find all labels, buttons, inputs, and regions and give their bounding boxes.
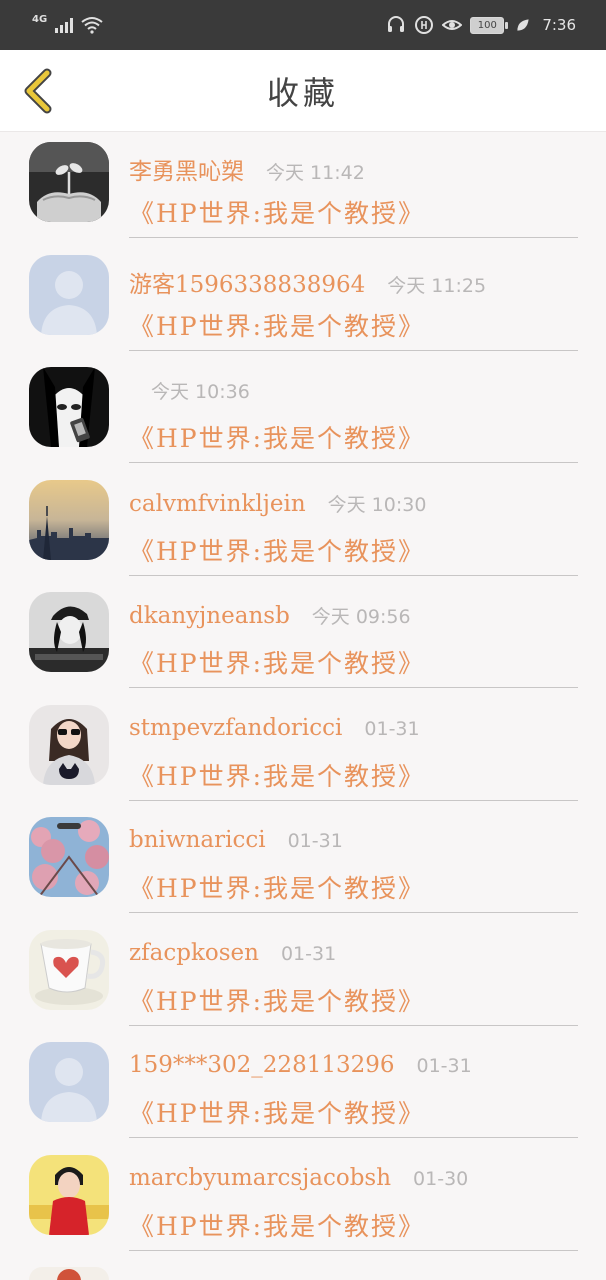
- item-content: 李勇黑吣槊 今天 11:42 《HP世界:我是个教授》: [129, 152, 578, 238]
- username: 李勇黑吣槊: [129, 159, 244, 185]
- item-content: stmpevzfandoricci 01-31 《HP世界:我是个教授》: [129, 715, 578, 801]
- avatar[interactable]: [29, 1042, 109, 1122]
- timestamp: 今天 10:36: [151, 381, 250, 403]
- list-item[interactable]: calvmfvinkljein 今天 10:30 《HP世界:我是个教授》: [0, 470, 606, 583]
- avatar[interactable]: [29, 479, 109, 560]
- city-skyline-icon: [29, 479, 109, 560]
- timestamp: 今天 10:30: [327, 493, 427, 516]
- avatar[interactable]: [29, 1154, 109, 1235]
- wifi-icon: [81, 17, 103, 34]
- list-item[interactable]: 游客1596338838964 今天 11:25 《HP世界:我是个教授》: [0, 245, 606, 358]
- timestamp: 01-31: [280, 942, 337, 965]
- avatar[interactable]: [29, 142, 109, 222]
- username: calvmfvinkljein: [129, 490, 306, 517]
- hands-plant-icon: [29, 142, 109, 222]
- list-item[interactable]: zfacpkosen 01-31 《HP世界:我是个教授》: [0, 920, 606, 1033]
- list-item[interactable]: 159***302_228113296 01-31 《HP世界:我是个教授》: [0, 1032, 606, 1145]
- favorite-title: 《HP世界:我是个教授》: [129, 311, 426, 341]
- timestamp: 01-31: [364, 717, 420, 740]
- data-saver-icon: [415, 16, 434, 34]
- timestamp: 01-30: [413, 1167, 469, 1190]
- username: dkanyjneansb: [129, 603, 290, 629]
- signal-icon: [55, 17, 74, 33]
- avatar[interactable]: [29, 367, 109, 447]
- item-content: calvmfvinkljein 今天 10:30 《HP世界:我是个教授》: [129, 490, 578, 576]
- item-content: 159***302_228113296 01-31 《HP世界:我是个教授》: [129, 1052, 578, 1138]
- favorite-title: 《HP世界:我是个教授》: [129, 649, 426, 678]
- item-content: 今天 10:36 《HP世界:我是个教授》: [129, 377, 578, 463]
- eye-comfort-icon: [442, 20, 463, 30]
- list-item[interactable]: 李勇黑吣槊 今天 11:42 《HP世界:我是个教授》: [0, 132, 606, 245]
- item-content: zfacpkosen 01-31 《HP世界:我是个教授》: [129, 940, 578, 1026]
- status-right: 100 7:36: [386, 15, 576, 35]
- timestamp: 01-31: [416, 1055, 472, 1077]
- list-item[interactable]: dkanyjneansb 今天 09:56 《HP世界:我是个教授》: [0, 582, 606, 695]
- favorites-list: 李勇黑吣槊 今天 11:42 《HP世界:我是个教授》 游客1596338838…: [0, 132, 606, 1257]
- headset-icon: [388, 16, 405, 32]
- girl-red-icon: [29, 1154, 109, 1235]
- favorite-title: 《HP世界:我是个教授》: [129, 1211, 426, 1241]
- timestamp: 今天 11:25: [387, 274, 487, 297]
- status-bar: 4G 100 7:36: [0, 0, 606, 50]
- avatar[interactable]: [29, 929, 109, 1010]
- item-content: bniwnaricci 01-31 《HP世界:我是个教授》: [129, 827, 578, 913]
- girl-cap-icon: [29, 592, 109, 672]
- username: 游客1596338838964: [129, 271, 366, 298]
- item-content: marcbyumarcsjacobsh 01-30 《HP世界:我是个教授》: [129, 1165, 578, 1251]
- favorite-title: 《HP世界:我是个教授》: [129, 199, 426, 228]
- app-header: 收藏: [0, 50, 606, 132]
- username: stmpevzfandoricci: [129, 714, 343, 741]
- username: zfacpkosen: [129, 939, 259, 966]
- timestamp: 今天 11:42: [266, 162, 365, 184]
- default-person-icon: [29, 254, 109, 335]
- avatar[interactable]: [29, 817, 109, 897]
- username: bniwnaricci: [129, 827, 266, 853]
- chevron-left-icon: [24, 68, 52, 114]
- favorite-title: 《HP世界:我是个教授》: [129, 536, 426, 566]
- clock: 7:36: [542, 16, 576, 34]
- item-content: 游客1596338838964 今天 11:25 《HP世界:我是个教授》: [129, 265, 578, 351]
- favorite-title: 《HP世界:我是个教授》: [129, 761, 426, 791]
- back-button[interactable]: [14, 64, 60, 118]
- status-left: 4G: [32, 13, 103, 34]
- avatar[interactable]: [29, 592, 109, 672]
- girl-sunglasses-icon: [29, 704, 109, 785]
- leaf-icon: [517, 19, 529, 31]
- favorite-title: 《HP世界:我是个教授》: [129, 986, 426, 1016]
- avatar[interactable]: [29, 704, 109, 785]
- avatar[interactable]: [29, 254, 109, 335]
- username: marcbyumarcsjacobsh: [129, 1164, 392, 1191]
- avatar-partial-detail: [57, 1269, 81, 1280]
- battery-icon: 100: [470, 16, 509, 34]
- heart-cup-icon: [29, 929, 109, 1010]
- default-person-icon: [29, 1042, 109, 1122]
- network-type: 4G: [32, 13, 48, 25]
- timestamp: 今天 09:56: [311, 606, 411, 628]
- list-item[interactable]: 今天 10:36 《HP世界:我是个教授》: [0, 357, 606, 470]
- list-item[interactable]: marcbyumarcsjacobsh 01-30 《HP世界:我是个教授》: [0, 1145, 606, 1258]
- blossom-sky-icon: [29, 817, 109, 897]
- list-item[interactable]: bniwnaricci 01-31 《HP世界:我是个教授》: [0, 807, 606, 920]
- item-content: dkanyjneansb 今天 09:56 《HP世界:我是个教授》: [129, 602, 578, 688]
- favorite-title: 《HP世界:我是个教授》: [129, 1099, 426, 1128]
- username: 159***302_228113296: [129, 1052, 395, 1078]
- list-item[interactable]: stmpevzfandoricci 01-31 《HP世界:我是个教授》: [0, 695, 606, 808]
- page-title: 收藏: [266, 73, 339, 112]
- favorite-title: 《HP世界:我是个教授》: [129, 874, 426, 903]
- avatar-partial[interactable]: [29, 1267, 109, 1280]
- favorite-title: 《HP世界:我是个教授》: [129, 424, 426, 453]
- anime-girl-icon: [29, 367, 109, 447]
- timestamp: 01-31: [287, 830, 343, 852]
